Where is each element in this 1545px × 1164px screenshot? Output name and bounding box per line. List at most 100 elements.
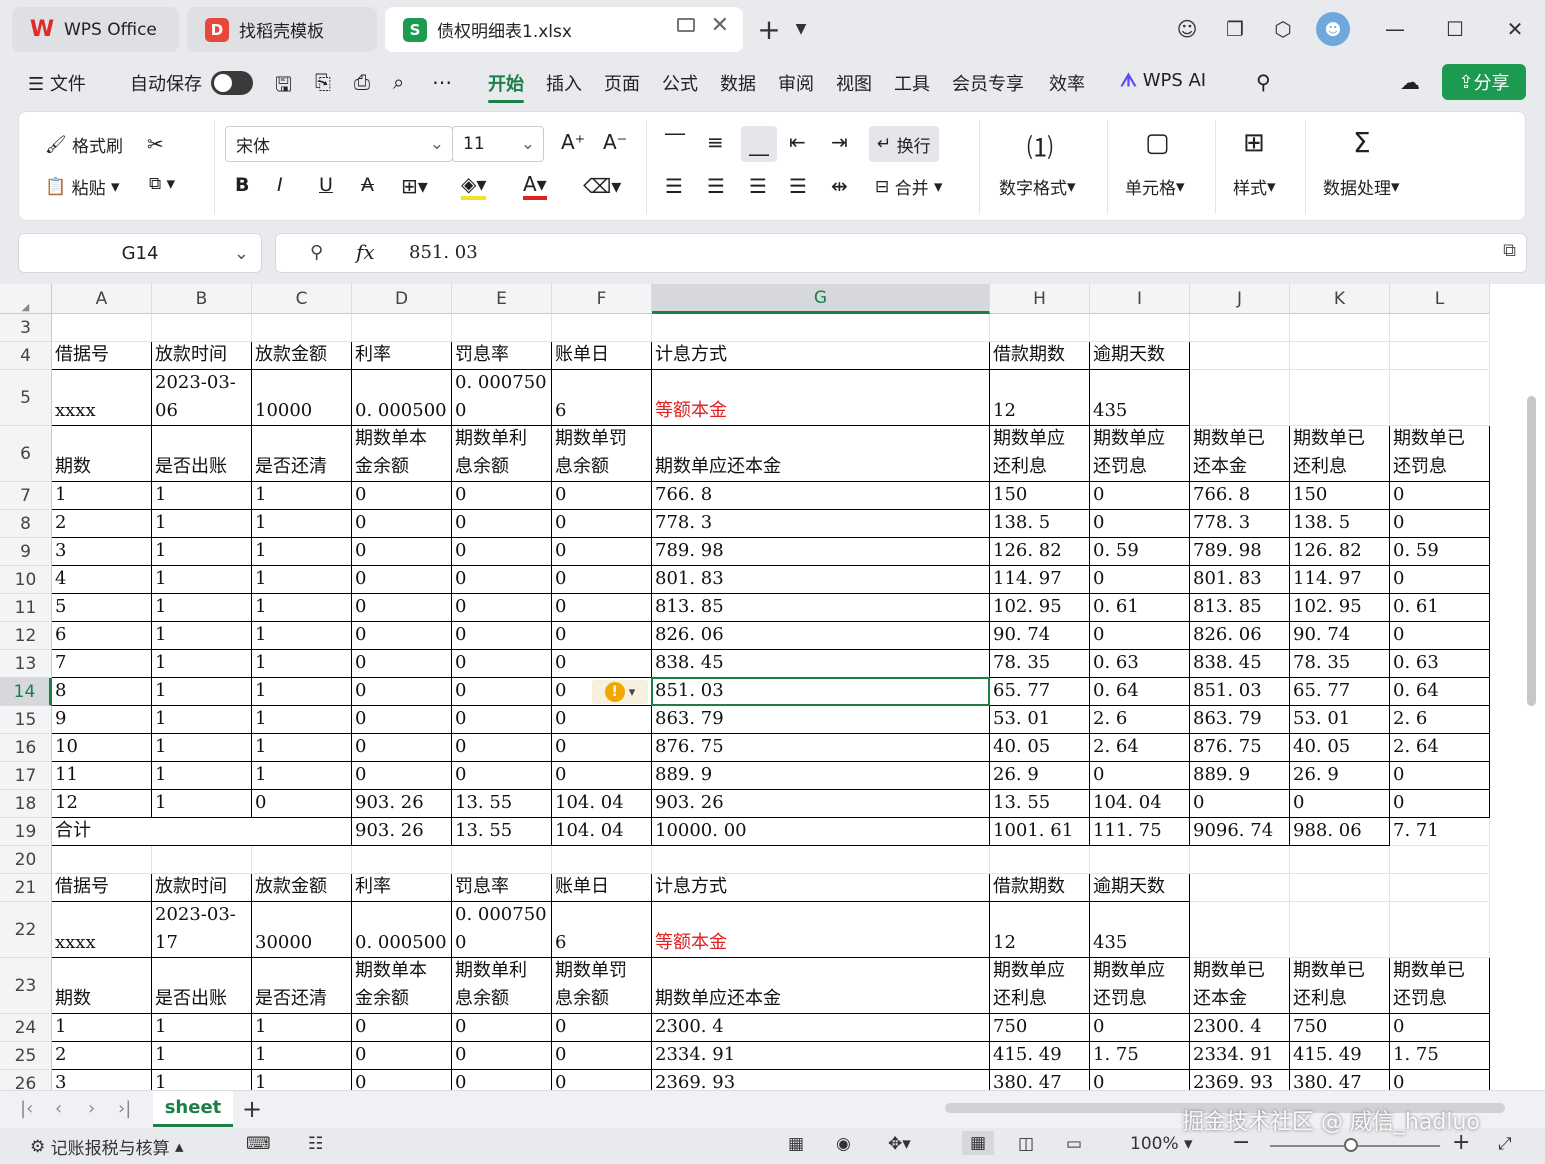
cell-f24[interactable]: 0 [552,1014,652,1042]
cell-button[interactable]: 单元格 ▾ [1125,174,1185,200]
cell-g21[interactable]: 计息方式 [652,874,990,902]
style-icon[interactable]: ⊞ [1243,128,1265,158]
align-center-icon[interactable]: ☰ [707,174,725,198]
cell-b6[interactable]: 是否出账 [152,426,252,482]
cell-i20[interactable] [1090,846,1190,874]
row-header-9[interactable]: 9 [0,538,52,566]
cell-j10[interactable]: 801. 83 [1190,566,1290,594]
cell-i25[interactable]: 1. 75 [1090,1042,1190,1070]
zoom-search-icon[interactable]: ⚲ [310,242,323,263]
cell-d3[interactable] [352,314,452,342]
expand-formula-icon[interactable]: ⧉ [1503,240,1516,261]
cell-a9[interactable]: 3 [52,538,152,566]
menu-member[interactable]: 会员专享 [952,70,1024,96]
copy-button[interactable]: ⧉ ▾ [149,174,175,194]
row-header-16[interactable]: 16 [0,734,52,762]
cell-k8[interactable]: 138. 5 [1290,510,1390,538]
cell-a16[interactable]: 10 [52,734,152,762]
cell-b22[interactable]: 2023-03- 17 [152,902,252,958]
cell-b20[interactable] [152,846,252,874]
cell-h4[interactable]: 借款期数 [990,342,1090,370]
ai-robot-icon[interactable]: ☺ [1172,14,1202,44]
cell-e23[interactable]: 期数单利 息余额 [452,958,552,1014]
cell-a23[interactable]: 期数 [52,958,152,1014]
cell-c15[interactable]: 1 [252,706,352,734]
cell-l24[interactable]: 0 [1390,1014,1490,1042]
cell-a21[interactable]: 借据号 [52,874,152,902]
font-size-select[interactable]: 11 ⌄ [452,126,544,162]
cube-icon[interactable]: ⬡ [1268,14,1298,44]
cell-f19[interactable]: 104. 04 [552,818,652,846]
cell-l10[interactable]: 0 [1390,566,1490,594]
cell-i6[interactable]: 期数单应 还罚息 [1090,426,1190,482]
cell-c24[interactable]: 1 [252,1014,352,1042]
cell-g14[interactable]: 851. 03 [652,678,990,706]
cell-c20[interactable] [252,846,352,874]
cell-l3[interactable] [1390,314,1490,342]
cell-k21[interactable] [1290,874,1390,902]
cell-a3[interactable] [52,314,152,342]
cell-j8[interactable]: 778. 3 [1190,510,1290,538]
style-button[interactable]: 样式 ▾ [1233,174,1276,200]
cell-a24[interactable]: 1 [52,1014,152,1042]
tab-template[interactable]: D 找稻壳模板 [187,7,377,52]
cell-e12[interactable]: 0 [452,622,552,650]
number-format-icon[interactable]: ⑴ [1027,128,1053,165]
window-copy-icon[interactable]: ❐ [1220,14,1250,44]
cell-h3[interactable] [990,314,1090,342]
cell-j25[interactable]: 2334. 91 [1190,1042,1290,1070]
cell-e10[interactable]: 0 [452,566,552,594]
cell-h10[interactable]: 114. 97 [990,566,1090,594]
vertical-scrollbar[interactable] [1524,326,1540,1086]
cell-a25[interactable]: 2 [52,1042,152,1070]
cell-h18[interactable]: 13. 55 [990,790,1090,818]
font-color-icon[interactable]: A▾ [523,172,547,200]
cell-l22[interactable] [1390,902,1490,958]
row-header-20[interactable]: 20 [0,846,52,874]
cell-f4[interactable]: 账单日 [552,342,652,370]
cell-l4[interactable] [1390,342,1490,370]
eye-icon[interactable]: ◉ [836,1134,851,1154]
column-header-j[interactable]: J [1190,284,1290,314]
column-header-a[interactable]: A [52,284,152,314]
cell-b12[interactable]: 1 [152,622,252,650]
cell-f5[interactable]: 6 [552,370,652,426]
cell-i14[interactable]: 0. 64 [1090,678,1190,706]
autosave-toggle[interactable] [211,71,253,95]
cell-k20[interactable] [1290,846,1390,874]
save-icon[interactable]: 🖫 [275,70,292,104]
cell-k17[interactable]: 26. 9 [1290,762,1390,790]
cell-c12[interactable]: 1 [252,622,352,650]
cell-k18[interactable]: 0 [1290,790,1390,818]
row-header-8[interactable]: 8 [0,510,52,538]
cell-b15[interactable]: 1 [152,706,252,734]
cell-f18[interactable]: 104. 04 [552,790,652,818]
strikethrough-icon[interactable]: A [361,174,374,196]
cell-l17[interactable]: 0 [1390,762,1490,790]
cell-c18[interactable]: 0 [252,790,352,818]
export-icon[interactable]: ⎘ [315,70,331,94]
row-header-13[interactable]: 13 [0,650,52,678]
search-icon[interactable]: ⚲ [1256,70,1271,94]
cell-l21[interactable] [1390,874,1490,902]
cell-a18[interactable]: 12 [52,790,152,818]
cell-a13[interactable]: 7 [52,650,152,678]
cell-a17[interactable]: 11 [52,762,152,790]
prev-sheet-icon[interactable]: ‹ [55,1098,62,1119]
fullscreen-icon[interactable]: ⤢ [1498,1134,1512,1154]
cell-g7[interactable]: 766. 8 [652,482,990,510]
menu-efficiency[interactable]: 效率 [1049,70,1085,96]
cell-b16[interactable]: 1 [152,734,252,762]
cell-d16[interactable]: 0 [352,734,452,762]
cell-e24[interactable]: 0 [452,1014,552,1042]
cell-l25[interactable]: 1. 75 [1390,1042,1490,1070]
cell-d11[interactable]: 0 [352,594,452,622]
cell-a10[interactable]: 4 [52,566,152,594]
cell-g24[interactable]: 2300. 4 [652,1014,990,1042]
data-process-button[interactable]: 数据处理 ▾ [1323,174,1400,200]
cell-j15[interactable]: 863. 79 [1190,706,1290,734]
cell-i17[interactable]: 0 [1090,762,1190,790]
cell-b23[interactable]: 是否出账 [152,958,252,1014]
cell-h13[interactable]: 78. 35 [990,650,1090,678]
first-sheet-icon[interactable]: |‹ [20,1098,33,1119]
